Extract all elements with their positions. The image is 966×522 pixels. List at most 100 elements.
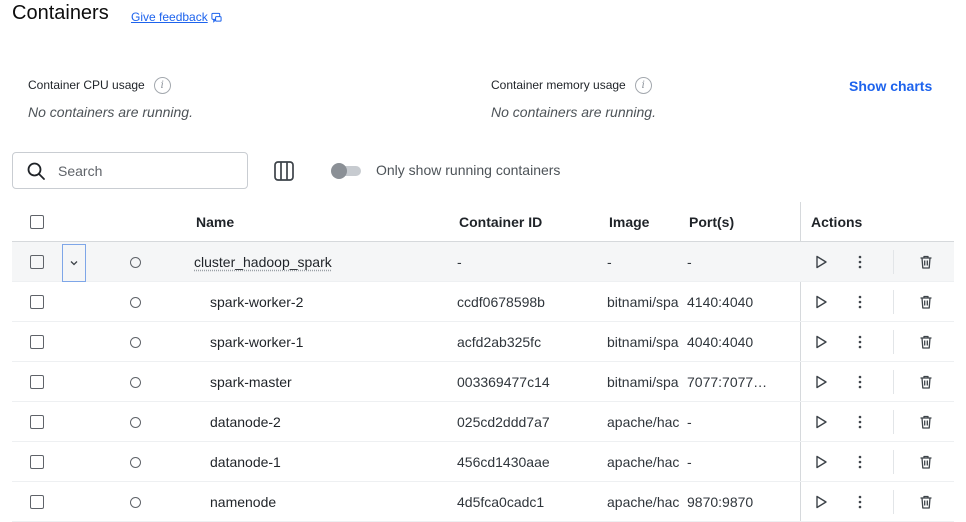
trash-icon[interactable] [914, 402, 938, 442]
page-title: Containers [12, 2, 109, 24]
kebab-menu-icon[interactable] [848, 362, 872, 402]
container-id: acfd2ab325fc [457, 334, 542, 350]
kebab-menu-icon[interactable] [848, 282, 872, 322]
container-id: 456cd1430aae [457, 454, 550, 470]
play-icon[interactable] [809, 402, 833, 442]
info-icon[interactable]: i [634, 76, 652, 94]
search-input[interactable] [58, 162, 218, 179]
table-row[interactable]: datanode-1 456cd1430aae apache/hac - [12, 442, 954, 482]
container-ports[interactable]: 7077:7077… [687, 362, 767, 402]
memory-usage-empty-text: No containers are running. [491, 104, 656, 120]
status-icon [130, 336, 141, 348]
give-feedback-link[interactable]: Give feedback [131, 10, 222, 24]
search-icon [27, 162, 45, 180]
trash-icon[interactable] [914, 442, 938, 482]
status-icon [130, 496, 141, 508]
container-ports: - [687, 254, 692, 270]
trash-icon[interactable] [914, 322, 938, 362]
divider [893, 450, 894, 474]
play-icon[interactable] [809, 442, 833, 482]
play-icon[interactable] [809, 482, 833, 522]
divider [893, 370, 894, 394]
feedback-icon [211, 12, 222, 23]
table-row[interactable]: spark-worker-1 acfd2ab325fc bitnami/spa … [12, 322, 954, 362]
column-header-image[interactable]: Image [609, 202, 649, 242]
divider [893, 330, 894, 354]
column-header-name[interactable]: Name [196, 202, 234, 242]
column-header-container-id[interactable]: Container ID [459, 202, 542, 242]
container-image: - [607, 254, 612, 270]
kebab-menu-icon[interactable] [848, 322, 872, 362]
container-ports[interactable]: - [687, 442, 767, 482]
info-icon[interactable]: i [153, 76, 171, 94]
container-id: ccdf0678598b [457, 294, 545, 310]
container-id: 4d5fca0cadc1 [457, 494, 545, 510]
container-id: 003369477c14 [457, 374, 550, 390]
row-checkbox[interactable] [30, 495, 44, 509]
play-icon[interactable] [809, 362, 833, 402]
table-row[interactable]: datanode-2 025cd2ddd7a7 apache/hac - [12, 402, 954, 442]
table-row[interactable]: spark-worker-2 ccdf0678598b bitnami/spa … [12, 282, 954, 322]
container-ports[interactable]: - [687, 402, 767, 442]
cpu-usage-empty-text: No containers are running. [28, 104, 193, 120]
container-id: - [457, 254, 462, 270]
kebab-menu-icon[interactable] [848, 402, 872, 442]
table-row-group[interactable]: cluster_hadoop_spark - - - [12, 242, 954, 282]
row-checkbox[interactable] [30, 455, 44, 469]
row-checkbox[interactable] [30, 295, 44, 309]
status-icon [130, 416, 141, 428]
container-ports[interactable]: 4040:4040 [687, 322, 767, 362]
container-image: bitnami/spa [607, 374, 679, 390]
show-charts-button[interactable]: Show charts [849, 78, 932, 94]
table-row[interactable]: namenode 4d5fca0cadc1 apache/hac 9870:98… [12, 482, 954, 522]
search-box[interactable] [12, 152, 248, 189]
container-ports[interactable]: 9870:9870 [687, 482, 767, 522]
container-name[interactable]: spark-worker-1 [210, 322, 303, 362]
row-checkbox[interactable] [30, 255, 44, 269]
container-image: apache/hac [607, 454, 680, 470]
cpu-usage-label: Container CPU usage [28, 78, 145, 92]
container-image: apache/hac [607, 494, 680, 510]
select-all-checkbox[interactable] [30, 215, 44, 229]
container-name[interactable]: namenode [210, 482, 276, 522]
container-name[interactable]: spark-master [210, 362, 292, 402]
divider [893, 490, 894, 514]
kebab-menu-icon[interactable] [848, 442, 872, 482]
row-checkbox[interactable] [30, 335, 44, 349]
divider [893, 290, 894, 314]
toggle-knob [331, 163, 347, 179]
trash-icon[interactable] [914, 362, 938, 402]
running-only-label: Only show running containers [376, 162, 561, 178]
cpu-usage-panel: Container CPU usage i No containers are … [28, 76, 193, 120]
memory-usage-label: Container memory usage [491, 78, 626, 92]
kebab-menu-icon[interactable] [848, 242, 872, 282]
container-ports[interactable]: 4140:4040 [687, 282, 767, 322]
status-icon [130, 456, 141, 468]
container-name[interactable]: datanode-1 [210, 442, 281, 482]
trash-icon[interactable] [914, 282, 938, 322]
container-image: bitnami/spa [607, 334, 679, 350]
containers-table: Name Container ID Image Port(s) Actions … [12, 202, 954, 522]
table-row[interactable]: spark-master 003369477c14 bitnami/spa 70… [12, 362, 954, 402]
columns-icon[interactable] [273, 160, 295, 182]
container-id: 025cd2ddd7a7 [457, 414, 550, 430]
row-checkbox[interactable] [30, 375, 44, 389]
container-name[interactable]: datanode-2 [210, 402, 281, 442]
running-only-toggle[interactable] [331, 163, 361, 179]
status-icon [130, 256, 141, 268]
play-icon[interactable] [809, 242, 833, 282]
expand-group-button[interactable] [62, 244, 86, 282]
memory-usage-panel: Container memory usage i No containers a… [491, 76, 656, 120]
row-checkbox[interactable] [30, 415, 44, 429]
status-icon [130, 296, 141, 308]
column-header-ports[interactable]: Port(s) [689, 202, 734, 242]
kebab-menu-icon[interactable] [848, 482, 872, 522]
container-name[interactable]: cluster_hadoop_spark [194, 242, 332, 282]
trash-icon[interactable] [914, 482, 938, 522]
play-icon[interactable] [809, 322, 833, 362]
container-name[interactable]: spark-worker-2 [210, 282, 303, 322]
container-image: apache/hac [607, 414, 680, 430]
trash-icon[interactable] [914, 242, 938, 282]
play-icon[interactable] [809, 282, 833, 322]
divider [893, 410, 894, 434]
